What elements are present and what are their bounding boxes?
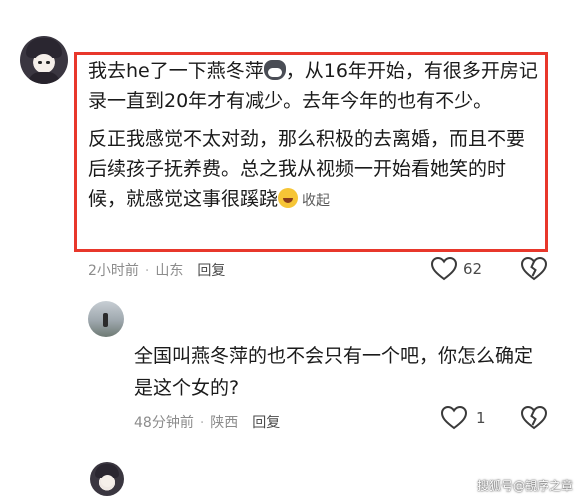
comment-time: 2小时前 [88,263,139,279]
broken-heart-icon [520,256,548,281]
comment-meta: 2小时前 · 山东 回复 [88,263,226,279]
collapse-link[interactable]: 收起 [302,193,330,209]
laughing-emoji-icon [278,188,299,208]
reply-meta: 48分钟前 · 陕西 回复 [134,415,281,431]
reply-dislike-button[interactable] [520,405,548,431]
like-button[interactable]: 62 [430,256,482,282]
reply-like-count: 1 [476,409,486,427]
heart-outline-icon [440,405,468,430]
broken-heart-icon [520,405,548,430]
watermark: 搜狐号@観序之章 [476,479,573,493]
comment-location: 山东 [155,263,184,279]
reply-body: 全国叫燕冬萍的也不会只有一个吧，你怎么确定是这个女的? [134,345,534,399]
next-commenter-avatar[interactable] [90,462,124,496]
commenter-avatar[interactable] [20,36,68,84]
comment-text-part: 我去he了一下燕冬萍 [88,60,264,82]
reply-location: 陕西 [210,415,239,431]
reply-like-button[interactable]: 1 [440,405,486,431]
reply-time: 48分钟前 [134,415,194,431]
reply-button[interactable]: 回复 [197,263,225,279]
comment-body: 我去he了一下燕冬萍 ，从16年开始，有很多开房记录一直到20年才有减少。去年今年… [88,56,542,216]
comment-paragraph-1: 我去he了一下燕冬萍 ，从16年开始，有很多开房记录一直到20年才有减少。去年今年… [88,56,542,116]
heart-outline-icon [430,256,458,281]
reply-reply-button[interactable]: 回复 [252,415,280,431]
cat-emoji-icon [263,60,286,80]
dislike-button[interactable] [520,256,548,282]
like-count: 62 [463,260,483,278]
replier-avatar[interactable] [88,301,124,337]
faded-previous-content [110,6,410,26]
comment-paragraph-2: 反正我感觉不太对劲，那么积极的去离婚，而且不要后续孩子抚养费。总之我从视频一开始… [88,124,542,216]
